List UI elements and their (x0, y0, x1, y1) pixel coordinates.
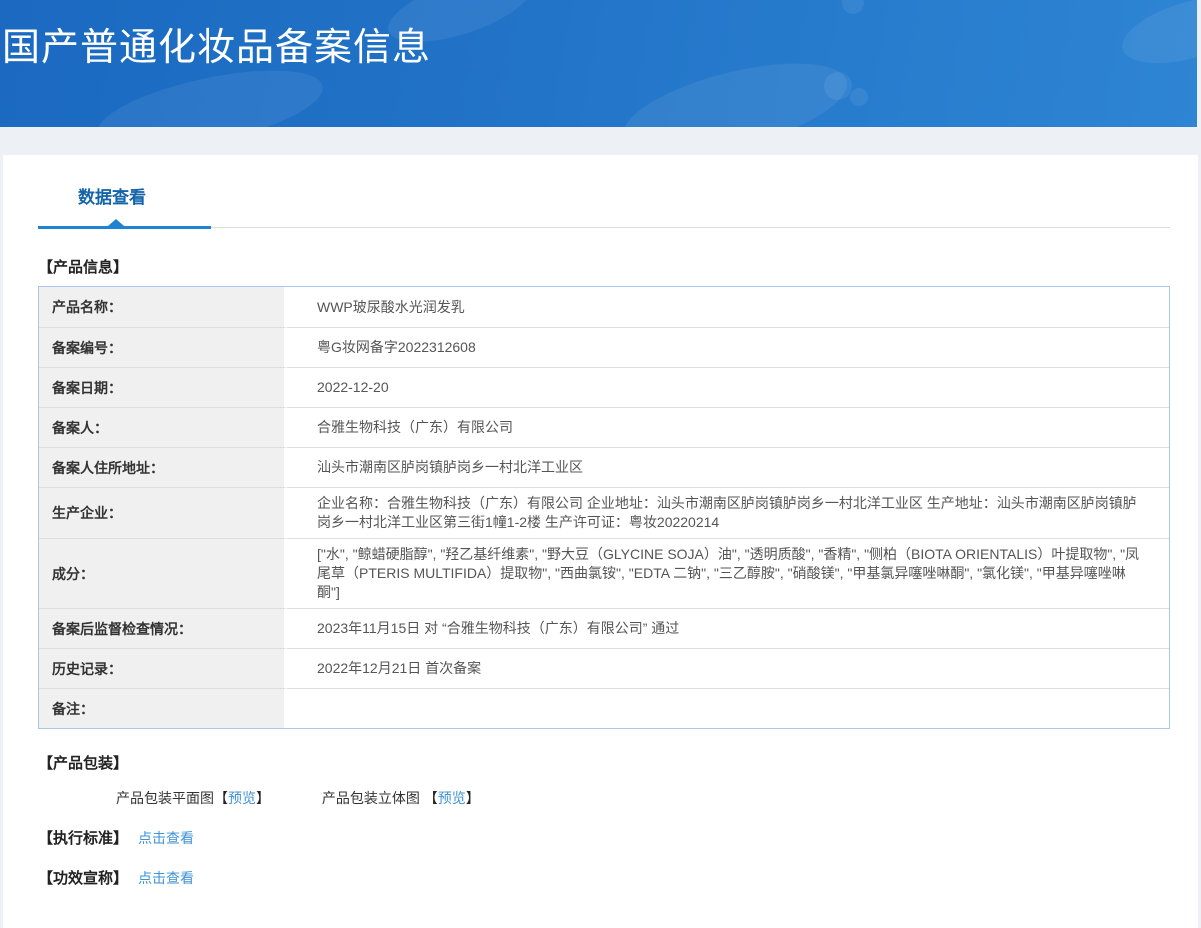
packaging-solid-label: 产品包装立体图 (321, 790, 424, 806)
bracket-open: 【 (214, 790, 228, 806)
bracket-close: 】 (465, 790, 480, 806)
product-info-section-title: 【产品信息】 (38, 259, 129, 276)
row-label: 备案编号： (39, 327, 287, 367)
packaging-solid-item: 产品包装立体图 【预览】 (322, 790, 480, 806)
page-header-banner: 国产普通化妆品备案信息 (0, 0, 1197, 127)
row-value: WWP玻尿酸水光润发乳 (317, 298, 465, 315)
product-info-table: 产品名称： WWP玻尿酸水光润发乳 备案编号： 粤G妆网备字2022312608… (38, 286, 1170, 729)
packaging-flat-label: 产品包装平面图 (116, 790, 214, 806)
bracket-close: 】 (256, 790, 270, 806)
row-value: 2022-12-20 (287, 367, 1169, 407)
efficacy-claim-view-link[interactable]: 点击查看 (138, 870, 194, 886)
table-row-remarks: 备注： (39, 688, 1169, 728)
row-label: 备案人： (39, 407, 287, 447)
table-row-record-date: 备案日期： 2022-12-20 (39, 367, 1169, 407)
page-title: 国产普通化妆品备案信息 (2, 27, 432, 69)
row-value: 企业名称：合雅生物科技（广东）有限公司 企业地址：汕头市潮南区胪岗镇胪岗乡一村北… (287, 487, 1169, 538)
row-value: 合雅生物科技（广东）有限公司 (287, 407, 1169, 447)
packaging-flat-preview-link[interactable]: 预览 (228, 790, 256, 806)
packaging-links-row: 产品包装平面图【预览】 产品包装立体图 【预览】 (116, 788, 1164, 808)
packaging-section-title: 【产品包装】 (38, 755, 129, 772)
banner-decor-ellipse (1114, 0, 1197, 77)
row-value (287, 688, 1169, 728)
executive-standard-row: 【执行标准】 点击查看 (38, 827, 1164, 848)
banner-decor-dot (824, 72, 852, 100)
row-label: 备案后监督检查情况： (39, 608, 287, 648)
row-value: 2022年12月21日 首次备案 (287, 648, 1169, 688)
table-row-record-number: 备案编号： 粤G妆网备字2022312608 (39, 327, 1169, 367)
table-row-registrant: 备案人： 合雅生物科技（广东）有限公司 (39, 407, 1169, 447)
tab-active-arrow-icon (108, 219, 124, 226)
row-label: 历史记录： (39, 648, 287, 688)
executive-standard-label: 【执行标准】 (38, 830, 129, 847)
packaging-solid-preview-link[interactable]: 预览 (438, 790, 466, 806)
tab-data-view[interactable]: 数据查看 (78, 183, 146, 208)
tab-active-indicator (38, 226, 211, 229)
table-row-supervision-check: 备案后监督检查情况： 2023年11月15日 对 “合雅生物科技（广东）有限公司… (39, 608, 1169, 648)
table-row-ingredients: 成分： ["水", "鲸蜡硬脂醇", "羟乙基纤维素", "野大豆（GLYCIN… (39, 538, 1169, 608)
row-value: 粤G妆网备字2022312608 (287, 327, 1169, 367)
bracket-open: 【 (423, 790, 438, 806)
tab-bar: 数据查看 (38, 183, 1170, 230)
executive-standard-view-link[interactable]: 点击查看 (138, 830, 194, 846)
efficacy-claim-row: 【功效宣称】 点击查看 (38, 867, 1164, 888)
row-label: 生产企业： (39, 487, 287, 538)
banner-decor-ellipse (614, 45, 856, 127)
table-row-history: 历史记录： 2022年12月21日 首次备案 (39, 648, 1169, 688)
row-label: 备案人住所地址： (39, 447, 287, 487)
row-label: 备案日期： (39, 367, 287, 407)
tab-underline (38, 208, 1170, 230)
packaging-flat-item: 产品包装平面图【预览】 (116, 790, 274, 806)
row-value: 汕头市潮南区胪岗镇胪岗乡一村北洋工业区 (287, 447, 1169, 487)
row-label: 成分： (39, 538, 287, 608)
table-row-manufacturer: 生产企业： 企业名称：合雅生物科技（广东）有限公司 企业地址：汕头市潮南区胪岗镇… (39, 487, 1169, 538)
table-row-product-name: 产品名称： WWP玻尿酸水光润发乳 (39, 287, 1169, 327)
table-row-registrant-address: 备案人住所地址： 汕头市潮南区胪岗镇胪岗乡一村北洋工业区 (39, 447, 1169, 487)
content-card: 数据查看 【产品信息】 产品名称： WWP玻尿酸水光润发乳 备案编号： 粤G妆网… (3, 155, 1198, 928)
banner-decor-dot (842, 0, 864, 14)
row-value: ["水", "鲸蜡硬脂醇", "羟乙基纤维素", "野大豆（GLYCINE SO… (287, 538, 1169, 608)
row-label: 备注： (39, 688, 287, 728)
efficacy-claim-label: 【功效宣称】 (38, 870, 129, 887)
banner-decor-dot (850, 88, 868, 106)
row-value: 2023年11月15日 对 “合雅生物科技（广东）有限公司” 通过 (287, 608, 1169, 648)
row-label: 产品名称： (39, 287, 287, 327)
